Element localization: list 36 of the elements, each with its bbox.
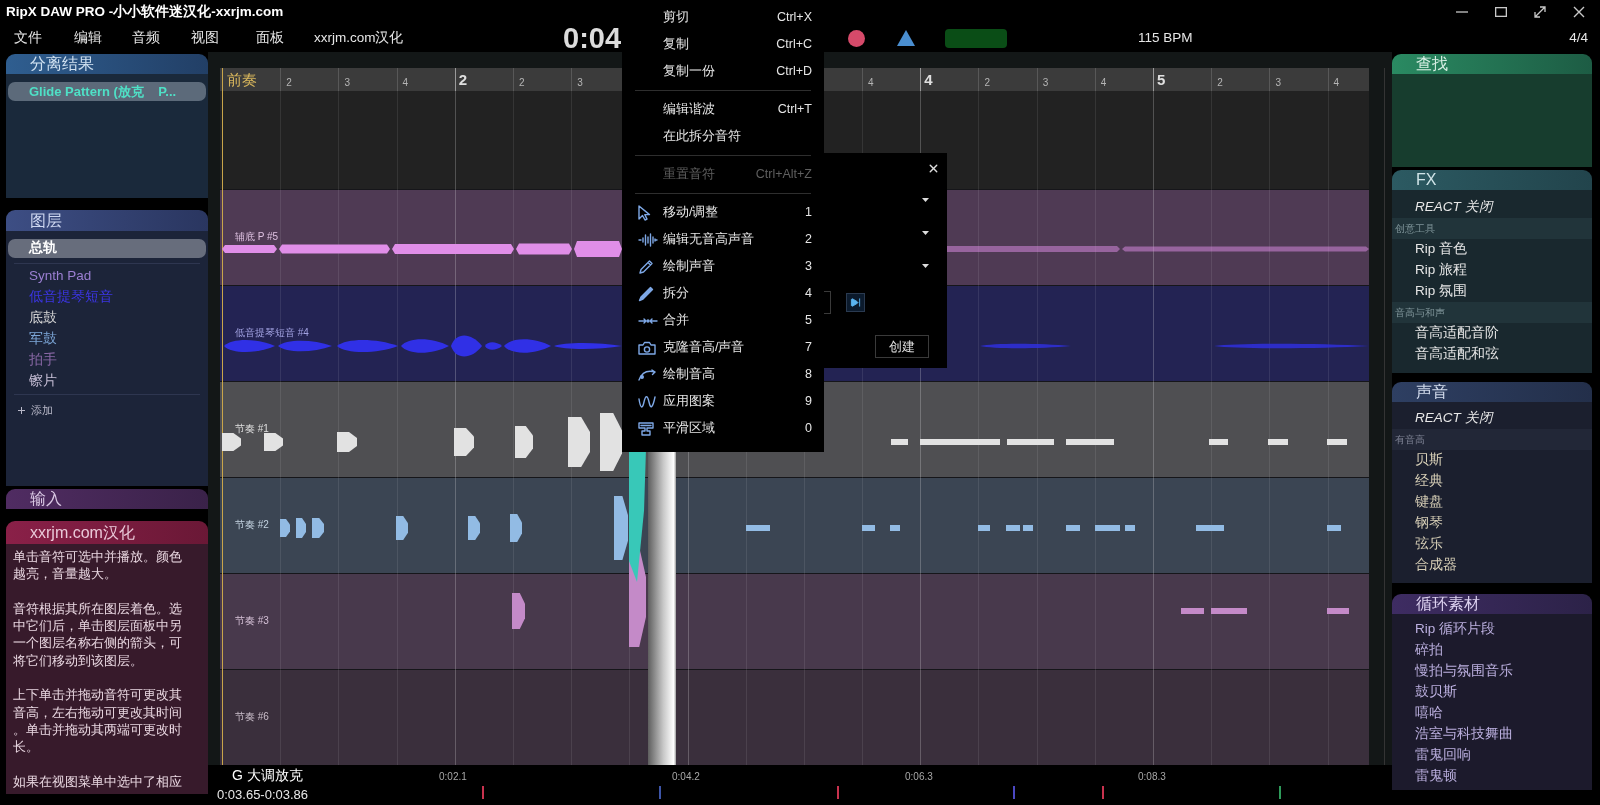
beat-number: 3 xyxy=(576,76,583,90)
category-label: 音高与和声 xyxy=(1392,302,1592,323)
time-display: 0:04 xyxy=(563,23,622,53)
beat-number: 2 xyxy=(1216,76,1223,90)
beat-number: 4 xyxy=(1332,76,1340,90)
bar-number: 2 xyxy=(457,70,468,90)
beat-number: 2 xyxy=(285,76,292,90)
track-label: 节奏 #1 xyxy=(235,423,269,435)
track-label: 辅底 P #5 xyxy=(235,231,279,243)
beat-number: 3 xyxy=(1274,76,1281,90)
track-label: 节奏 #2 xyxy=(235,519,269,531)
time-label: 0:04.2 xyxy=(672,771,700,782)
beat-number: 2 xyxy=(517,76,525,90)
help-text: 上下单击并拖动音符可更改其音高，左右拖动可更改其时间。单击并拖动其两端可更改时长。 xyxy=(13,686,183,756)
track-label: 低音提琴短音 #4 xyxy=(235,327,309,339)
beat-number: 3 xyxy=(1041,76,1049,90)
category-label: 有音高 xyxy=(1392,429,1592,450)
track-label: 节奏 #3 xyxy=(235,615,269,627)
window-title: RipX DAW PRO -小小软件迷汉化-xxrjm.com xyxy=(6,2,284,21)
time-label: 0:02.1 xyxy=(439,771,467,782)
key-label: G 大调放克 xyxy=(232,767,303,783)
beat-number: 3 xyxy=(343,76,350,90)
beat-number: 2 xyxy=(983,76,990,90)
help-text: 单击音符可选中并播放。颜色越亮，音量越大。 xyxy=(13,548,183,583)
bar-number: 5 xyxy=(1156,70,1166,90)
beat-number: 4 xyxy=(401,76,409,90)
beat-number: 4 xyxy=(867,76,874,90)
category-label: 创意工具 xyxy=(1392,218,1592,239)
track-label: 节奏 #6 xyxy=(235,711,269,723)
beat-number: 4 xyxy=(1099,76,1107,90)
help-text: 如果在视图菜单中选中了相应 xyxy=(13,772,183,791)
time-label: 0:06.3 xyxy=(905,771,933,782)
section-label: 前奏 xyxy=(226,70,257,90)
time-label: 0:08.3 xyxy=(1138,771,1166,782)
bar-number: 4 xyxy=(923,70,933,90)
help-text: 音符根据其所在图层着色。选中它们后，单击图层面板中另一个图层名称右侧的箭头，可将它们移动到该图层。 xyxy=(13,599,183,670)
